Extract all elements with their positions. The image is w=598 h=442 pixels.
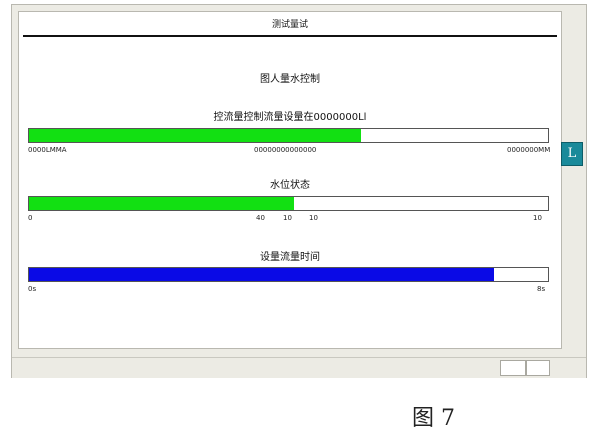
- gauge-panel: 测试量试 图人量水控制 控流量控制流量设量在0000000Ll 0000LMMA…: [18, 11, 562, 349]
- figure-caption: 图 7: [412, 406, 455, 431]
- status-bar: [12, 357, 586, 378]
- level-tick-4: 10: [533, 214, 542, 222]
- time-gauge-fill: [29, 268, 495, 281]
- level-tick-1: 40: [256, 214, 265, 222]
- flow-tick-mid: 00000000000000: [254, 146, 317, 154]
- bookmark-button[interactable]: L: [561, 142, 583, 166]
- title-divider: [23, 35, 557, 37]
- level-tick-3: 10: [309, 214, 318, 222]
- level-gauge-label: 水位状态: [270, 180, 310, 191]
- flow-tick-min: 0000LMMA: [28, 146, 67, 154]
- flow-gauge-fill: [29, 129, 362, 142]
- status-field-2: [526, 360, 550, 376]
- time-tick-min: 0s: [28, 285, 37, 293]
- level-gauge-fill: [29, 197, 294, 210]
- time-tick-max: 8s: [537, 285, 546, 293]
- panel-heading: 图人量水控制: [260, 74, 320, 85]
- panel-title: 测试量试: [271, 20, 308, 30]
- level-tick-0: 0: [28, 214, 33, 222]
- flow-tick-max: 0000000MM: [507, 146, 551, 154]
- level-tick-2: 10: [283, 214, 292, 222]
- application-window: 测试量试 图人量水控制 控流量控制流量设量在0000000Ll 0000LMMA…: [11, 4, 587, 378]
- flow-gauge-label: 控流量控制流量设量在0000000Ll: [213, 112, 367, 123]
- time-gauge-bar: [28, 267, 549, 282]
- flow-gauge-bar: [28, 128, 549, 143]
- level-gauge-bar: [28, 196, 549, 211]
- status-field-1: [500, 360, 526, 376]
- panel-title-bar: 测试量试: [19, 12, 561, 37]
- time-gauge-label: 设量流量时间: [260, 252, 320, 263]
